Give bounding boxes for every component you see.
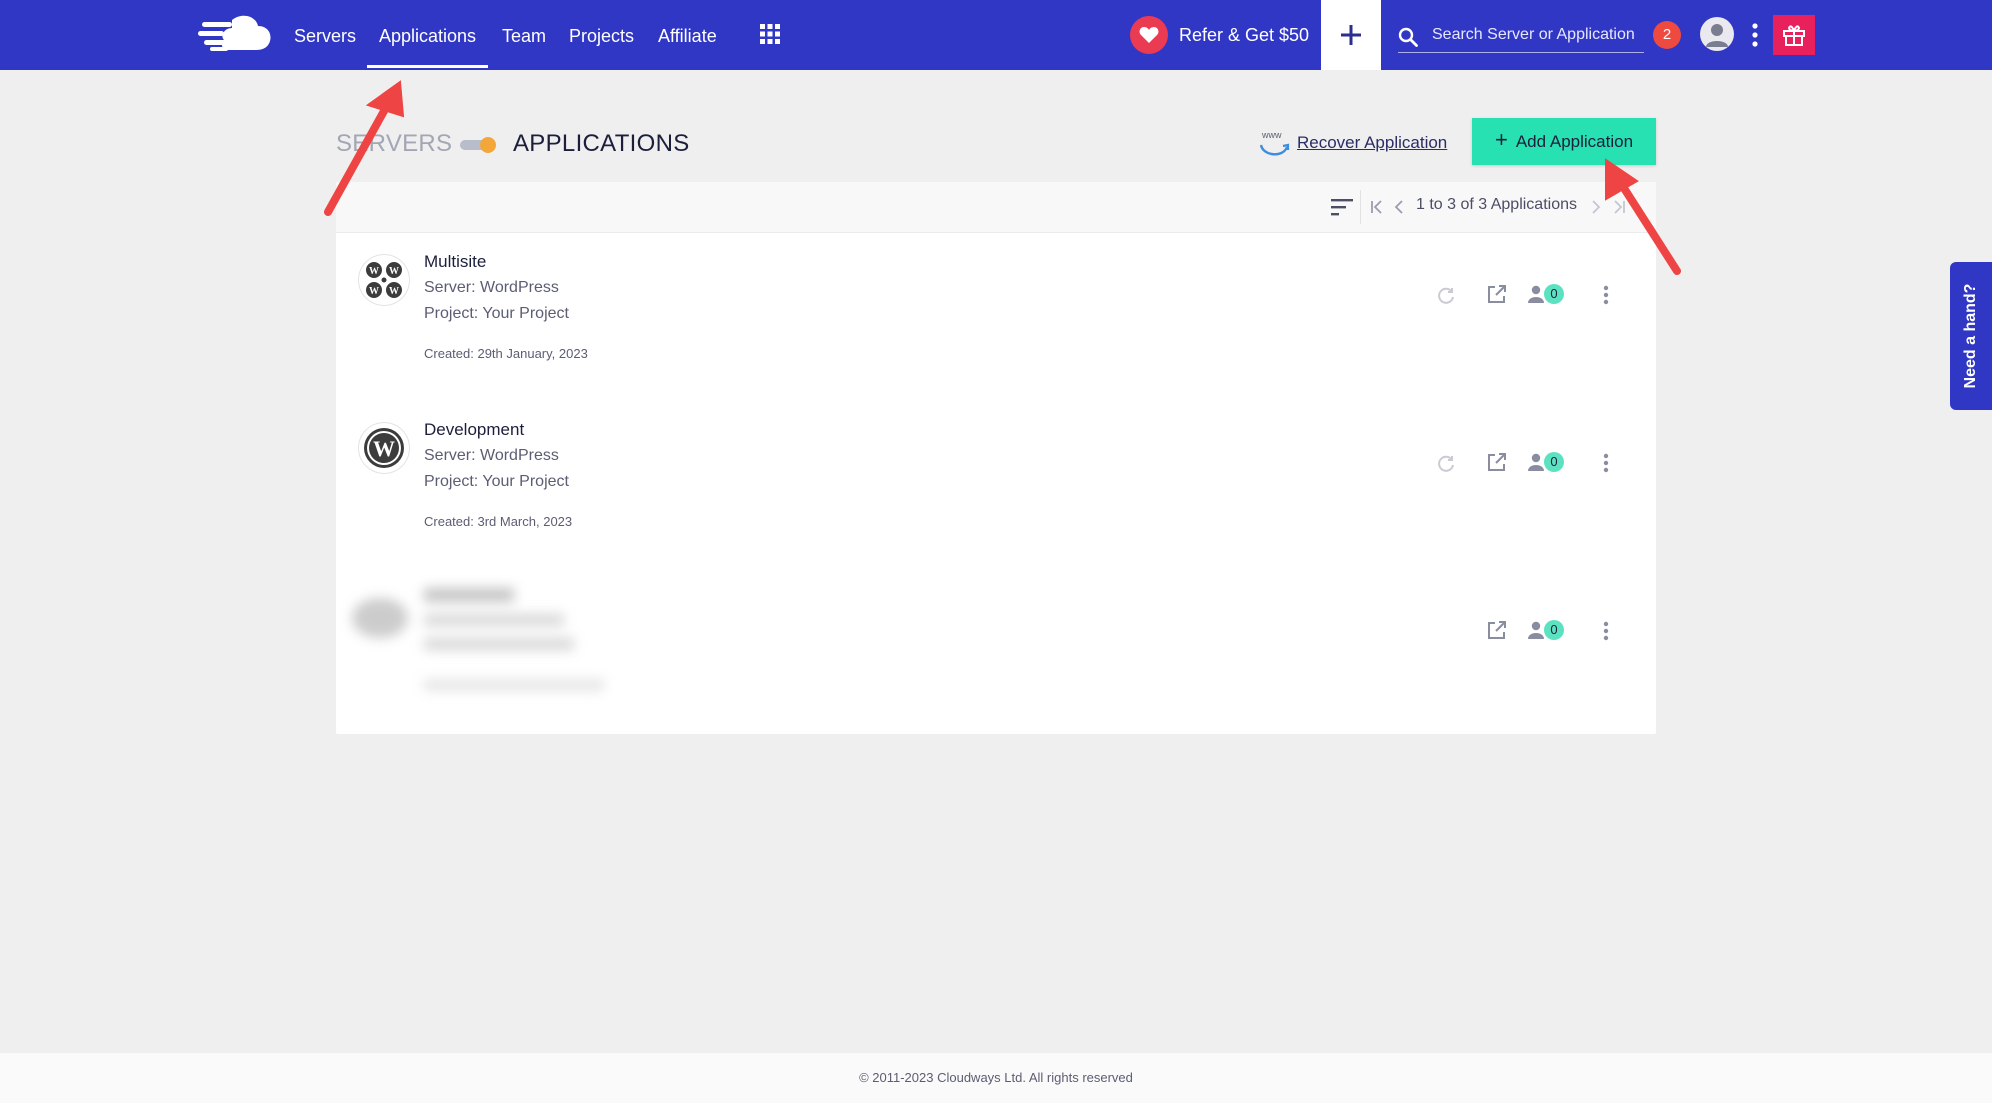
plus-icon: + [1494, 127, 1508, 152]
page-title: APPLICATIONS [513, 130, 690, 157]
toggle-knob [480, 137, 496, 153]
apps-grid-icon[interactable] [760, 24, 780, 44]
svg-text:W: W [389, 286, 399, 297]
sort-icon[interactable] [1331, 197, 1355, 217]
first-page-icon[interactable] [1370, 198, 1384, 216]
last-page-icon[interactable] [1612, 198, 1626, 216]
user-icon [1528, 453, 1544, 471]
gift-button[interactable] [1773, 15, 1815, 55]
cloudways-logo[interactable] [198, 14, 272, 54]
search-input[interactable] [1430, 22, 1646, 48]
application-project: Project: Your Project [424, 473, 569, 490]
more-vertical-icon[interactable] [1602, 452, 1610, 474]
team-count-badge: 0 [1544, 620, 1564, 640]
application-server: Server: WordPress [424, 447, 559, 464]
application-row[interactable]: W Development Server: WordPress Project:… [336, 400, 1656, 568]
svg-text:www: www [1261, 130, 1282, 140]
nav-projects[interactable]: Projects [569, 0, 634, 70]
application-row[interactable]: 0 [336, 568, 1656, 736]
next-page-icon[interactable] [1590, 198, 1602, 216]
need-a-hand-label: Need a hand? [1962, 283, 1979, 389]
refer-label: Refer & Get $50 [1179, 24, 1310, 45]
multisite-wordpress-icon: WWWW [358, 254, 410, 306]
applications-list: 1 to 3 of 3 Applications WWWW Multisite … [336, 182, 1656, 734]
previous-page-icon[interactable] [1393, 198, 1405, 216]
application-name[interactable]: Development [424, 420, 524, 440]
refresh-icon[interactable] [1436, 286, 1456, 306]
heart-icon [1130, 16, 1168, 54]
global-search[interactable] [1398, 18, 1646, 53]
recover-application-label: Recover Application [1297, 133, 1448, 152]
application-name[interactable]: Multisite [424, 252, 486, 272]
external-link-icon[interactable] [1486, 451, 1508, 473]
team-access-button[interactable]: 0 [1526, 451, 1566, 473]
toolbar-divider [1360, 190, 1361, 224]
user-icon [1706, 24, 1728, 47]
external-link-icon[interactable] [1486, 283, 1508, 305]
application-server: Server: WordPress [424, 279, 559, 296]
more-vertical-icon[interactable] [1602, 284, 1610, 306]
user-icon [1528, 621, 1544, 639]
svg-text:W: W [389, 266, 399, 277]
add-application-button[interactable]: + Add Application [1472, 118, 1656, 165]
svg-text:W: W [369, 266, 379, 277]
search-icon [1398, 27, 1418, 47]
servers-applications-toggle[interactable] [460, 137, 498, 153]
nav-applications[interactable]: Applications [367, 0, 489, 70]
refresh-icon[interactable] [1436, 454, 1456, 474]
pagination-text: 1 to 3 of 3 Applications [1416, 196, 1577, 213]
external-link-icon[interactable] [1486, 619, 1508, 641]
team-count-badge: 0 [1544, 284, 1564, 304]
gift-icon [1783, 25, 1805, 46]
svg-text:W: W [373, 436, 395, 461]
need-a-hand-tab[interactable]: Need a hand? [1950, 262, 1992, 410]
nav-servers[interactable]: Servers [294, 0, 356, 70]
top-navbar: Servers Applications Team Projects Affil… [0, 0, 1992, 70]
plus-icon [1341, 25, 1361, 45]
application-row[interactable]: WWWW Multisite Server: WordPress Project… [336, 232, 1656, 400]
refer-button[interactable]: Refer & Get $50 [1130, 14, 1309, 56]
wordpress-icon: W [358, 422, 410, 474]
user-avatar[interactable] [1700, 17, 1734, 51]
arrow-head [365, 80, 405, 118]
more-vertical-icon[interactable] [1602, 620, 1610, 642]
servers-view-link[interactable]: SERVERS [336, 130, 452, 158]
application-project: Project: Your Project [424, 305, 569, 322]
application-created-date: Created: 29th January, 2023 [424, 346, 588, 361]
footer-copyright: © 2011-2023 Cloudways Ltd. All rights re… [0, 1053, 1992, 1103]
more-vertical-icon[interactable] [1749, 22, 1761, 48]
list-toolbar: 1 to 3 of 3 Applications [336, 182, 1656, 233]
nav-team[interactable]: Team [502, 0, 546, 70]
svg-text:W: W [369, 286, 379, 297]
nav-affiliate[interactable]: Affiliate [658, 0, 717, 70]
team-access-button[interactable]: 0 [1526, 619, 1566, 641]
www-recover-icon: www [1259, 130, 1290, 156]
user-icon [1528, 285, 1544, 303]
team-access-button[interactable]: 0 [1526, 283, 1566, 305]
team-count-badge: 0 [1544, 452, 1564, 472]
add-application-label: Add Application [1515, 131, 1634, 151]
quick-add-button[interactable] [1321, 0, 1381, 70]
notification-badge[interactable]: 2 [1653, 21, 1681, 49]
recover-application-link[interactable]: www Recover Application [1257, 128, 1447, 158]
application-created-date: Created: 3rd March, 2023 [424, 514, 573, 529]
